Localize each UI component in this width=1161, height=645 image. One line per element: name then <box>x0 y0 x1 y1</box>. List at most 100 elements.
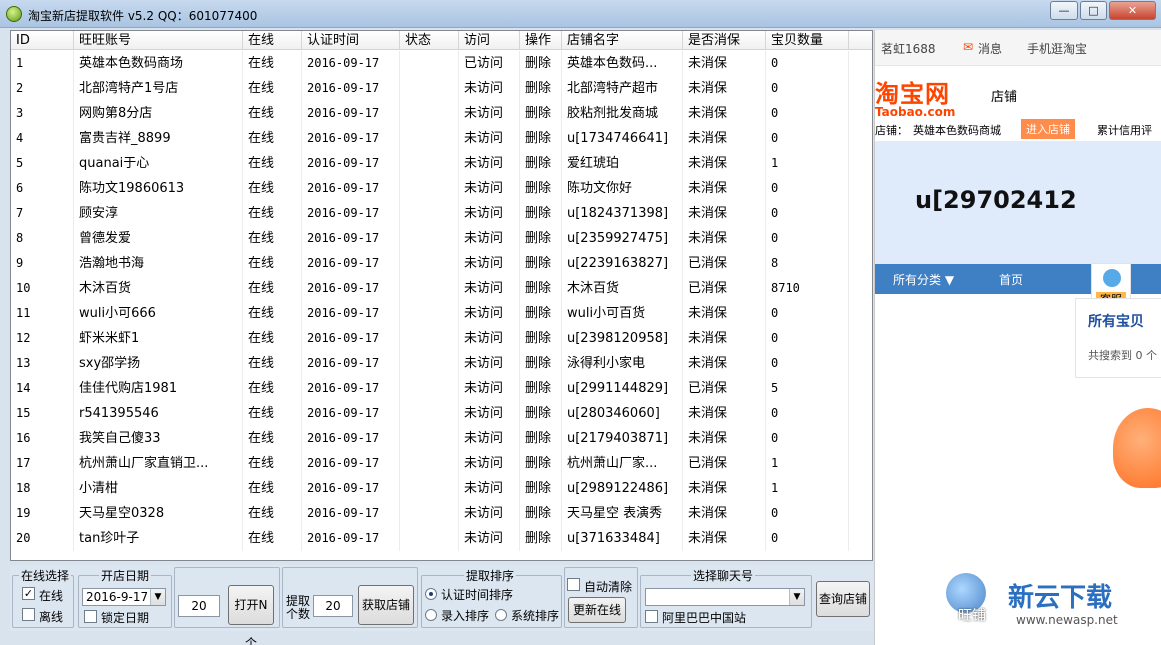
sort-by-system-radio[interactable] <box>495 609 507 621</box>
cell-action[interactable]: 删除 <box>520 451 562 476</box>
enter-store-button[interactable]: 进入店铺 <box>1021 119 1075 139</box>
mobile-taobao-link[interactable]: 手机逛淘宝 <box>1027 40 1087 57</box>
fetch-shops-button[interactable]: 获取店铺 <box>358 585 414 625</box>
cell-visit[interactable]: 未访问 <box>459 326 520 351</box>
table-row[interactable]: 12 虾米米虾1 在线 2016-09-17 未访问 删除 u[2398120958] 未消保… <box>11 326 872 351</box>
table-row[interactable]: 10 木沐百货 在线 2016-09-17 未访问 删除 木沐百货 已消保 8710 <box>11 276 872 301</box>
table-row[interactable]: 9 浩瀚地书海 在线 2016-09-17 未访问 删除 u[2239163827] 已消保 8 <box>11 251 872 276</box>
cell-visit[interactable]: 未访问 <box>459 376 520 401</box>
cell-visit[interactable]: 未访问 <box>459 126 520 151</box>
messages-link[interactable]: 消息 <box>978 40 1002 57</box>
chevron-down-icon[interactable]: ▼ <box>150 589 165 605</box>
table-row[interactable]: 13 sxy邵学扬 在线 2016-09-17 未访问 删除 泳得利小家电 未消保 0 <box>11 351 872 376</box>
table-row[interactable]: 6 陈功文19860613 在线 2016-09-17 未访问 删除 陈功文你好 未消保 0 <box>11 176 872 201</box>
cell-action[interactable]: 删除 <box>520 376 562 401</box>
table-row[interactable]: 5 quanai于心 在线 2016-09-17 未访问 删除 爱红琥珀 未消保 1 <box>11 151 872 176</box>
open-n-button[interactable]: 打开N个 <box>228 585 274 645</box>
cell-action[interactable]: 删除 <box>520 76 562 101</box>
cell-action[interactable]: 删除 <box>520 351 562 376</box>
cell-action[interactable]: 删除 <box>520 51 562 76</box>
cell-action[interactable]: 删除 <box>520 251 562 276</box>
taobao-logo[interactable]: 淘宝网 Taobao.com <box>875 74 955 119</box>
cell-action[interactable]: 删除 <box>520 176 562 201</box>
cell-action[interactable]: 删除 <box>520 326 562 351</box>
cell-action[interactable]: 删除 <box>520 226 562 251</box>
cell-visit[interactable]: 未访问 <box>459 101 520 126</box>
all-categories-menu[interactable]: 所有分类 ▼ <box>893 271 954 288</box>
table-row[interactable]: 14 佳佳代购店1981 在线 2016-09-17 未访问 删除 u[2991144829… <box>11 376 872 401</box>
table-row[interactable]: 16 我笑自己傻33 在线 2016-09-17 未访问 删除 u[2179403871] 未… <box>11 426 872 451</box>
header-col-shop-name[interactable]: 店铺名字 <box>562 31 683 50</box>
open-date-picker[interactable]: 2016-9-17 ▼ <box>82 588 166 606</box>
cell-visit[interactable]: 未访问 <box>459 76 520 101</box>
home-menu[interactable]: 首页 <box>999 271 1023 288</box>
header-col-status[interactable]: 状态 <box>400 31 459 50</box>
table-row[interactable]: 15 r541395546 在线 2016-09-17 未访问 删除 u[280346060… <box>11 401 872 426</box>
cell-visit[interactable]: 未访问 <box>459 401 520 426</box>
cell-action[interactable]: 删除 <box>520 501 562 526</box>
cell-visit[interactable]: 未访问 <box>459 276 520 301</box>
sort-by-entry-radio[interactable] <box>425 609 437 621</box>
browser-panel[interactable]: 茗虹1688 ✉ 消息 手机逛淘宝 淘宝网 Taobao.com 店铺 店铺： … <box>874 30 1161 645</box>
chevron-down-icon[interactable]: ▼ <box>789 589 804 605</box>
cell-visit[interactable]: 未访问 <box>459 451 520 476</box>
table-row[interactable]: 8 曾德发爱 在线 2016-09-17 未访问 删除 u[2359927475] 未消保 0 <box>11 226 872 251</box>
cell-action[interactable]: 删除 <box>520 476 562 501</box>
maximize-button[interactable]: □ <box>1080 1 1107 20</box>
cell-visit[interactable]: 已访问 <box>459 51 520 76</box>
header-col-action[interactable]: 操作 <box>520 31 562 50</box>
cell-action[interactable]: 删除 <box>520 126 562 151</box>
cell-visit[interactable]: 未访问 <box>459 176 520 201</box>
cell-action[interactable]: 删除 <box>520 301 562 326</box>
cell-action[interactable]: 删除 <box>520 426 562 451</box>
close-button[interactable]: ✕ <box>1109 1 1156 20</box>
table-row[interactable]: 3 网购第8分店 在线 2016-09-17 未访问 删除 胶粘剂批发商城 未消保 0 <box>11 101 872 126</box>
open-count-input[interactable]: 20 <box>178 595 220 617</box>
cell-action[interactable]: 删除 <box>520 201 562 226</box>
table-row[interactable]: 2 北部湾特产1号店 在线 2016-09-17 未访问 删除 北部湾特产超市 未消保 0 <box>11 76 872 101</box>
lock-date-checkbox[interactable] <box>84 610 97 623</box>
table-row[interactable]: 20 tan珍叶子 在线 2016-09-17 未访问 删除 u[371633484] 未消保… <box>11 526 872 551</box>
sort-by-auth-time-radio[interactable] <box>425 588 437 600</box>
table-row[interactable]: 7 顾安淳 在线 2016-09-17 未访问 删除 u[1824371398] 未消保 0 <box>11 201 872 226</box>
cell-visit[interactable]: 未访问 <box>459 301 520 326</box>
query-shop-button[interactable]: 查询店铺 <box>816 581 870 617</box>
minimize-button[interactable]: — <box>1050 1 1078 20</box>
cell-action[interactable]: 删除 <box>520 401 562 426</box>
cell-visit[interactable]: 未访问 <box>459 351 520 376</box>
table-row[interactable]: 11 wuli小可666 在线 2016-09-17 未访问 删除 wuli小可百货 未消保 0 <box>11 301 872 326</box>
cell-action[interactable]: 删除 <box>520 276 562 301</box>
header-col-wangwang[interactable]: 旺旺账号 <box>74 31 243 50</box>
cell-visit[interactable]: 未访问 <box>459 251 520 276</box>
cell-visit[interactable]: 未访问 <box>459 501 520 526</box>
auto-clear-checkbox[interactable] <box>567 578 580 591</box>
header-col-item-count[interactable]: 宝贝数量 <box>766 31 849 50</box>
header-col-online[interactable]: 在线 <box>243 31 302 50</box>
refresh-online-button[interactable]: 更新在线 <box>568 597 626 623</box>
cell-action[interactable]: 删除 <box>520 526 562 551</box>
table-row[interactable]: 4 富贵吉祥_8899 在线 2016-09-17 未访问 删除 u[1734746641]… <box>11 126 872 151</box>
online-checkbox[interactable]: ✓ <box>22 587 35 600</box>
cell-visit[interactable]: 未访问 <box>459 226 520 251</box>
shop-table[interactable]: ID 旺旺账号 在线 认证时间 状态 访问 操作 店铺名字 是否消保 宝贝数量 1 英雄本色数码商场… <box>10 30 873 561</box>
user-nickname[interactable]: 茗虹1688 <box>881 40 936 57</box>
cell-visit[interactable]: 未访问 <box>459 476 520 501</box>
header-col-auth-time[interactable]: 认证时间 <box>302 31 400 50</box>
cell-visit[interactable]: 未访问 <box>459 201 520 226</box>
alibaba-checkbox[interactable] <box>645 610 658 623</box>
table-row[interactable]: 1 英雄本色数码商场 在线 2016-09-17 已访问 删除 英雄本色数码... 未消保 0 <box>11 51 872 76</box>
fetch-count-input[interactable]: 20 <box>313 595 353 617</box>
cell-action[interactable]: 删除 <box>520 101 562 126</box>
chat-account-select[interactable]: ▼ <box>645 588 805 606</box>
header-col-id[interactable]: ID <box>11 31 74 50</box>
cell-visit[interactable]: 未访问 <box>459 426 520 451</box>
cell-visit[interactable]: 未访问 <box>459 526 520 551</box>
offline-checkbox[interactable] <box>22 608 35 621</box>
cell-visit[interactable]: 未访问 <box>459 151 520 176</box>
cell-action[interactable]: 删除 <box>520 151 562 176</box>
header-col-consumer-protection[interactable]: 是否消保 <box>683 31 766 50</box>
table-row[interactable]: 18 小清柑 在线 2016-09-17 未访问 删除 u[2989122486] 未消保 1 <box>11 476 872 501</box>
table-row[interactable]: 17 杭州萧山厂家直销卫... 在线 2016-09-17 未访问 删除 杭州萧山厂家...… <box>11 451 872 476</box>
header-col-visit[interactable]: 访问 <box>459 31 520 50</box>
table-row[interactable]: 19 天马星空0328 在线 2016-09-17 未访问 删除 天马星空 表演秀 未消保 0 <box>11 501 872 526</box>
